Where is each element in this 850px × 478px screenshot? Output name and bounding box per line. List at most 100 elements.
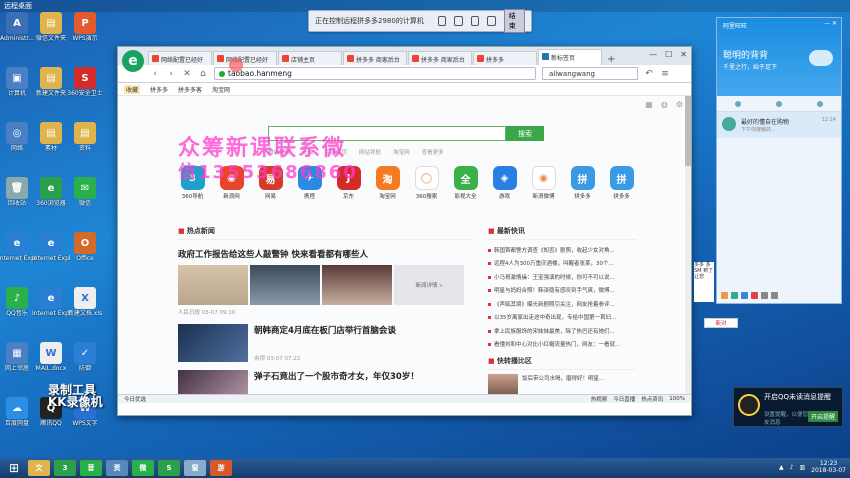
tray-icon[interactable]: ▲ <box>779 464 784 471</box>
taskbar-app[interactable]: 文 <box>28 460 50 476</box>
forward-icon[interactable]: › <box>166 69 176 79</box>
desktop-icon[interactable]: X 新建文档.xls <box>68 287 102 325</box>
hot-word-link[interactable]: 网站导航 <box>359 148 381 156</box>
new-chat-button[interactable]: 新对 <box>704 318 738 328</box>
taskbar-app[interactable]: 音 <box>80 460 102 476</box>
bookmark-item[interactable]: 拼多多 <box>150 85 168 94</box>
app-shortcut[interactable]: ◉ 新浪微博 <box>529 166 558 200</box>
taskbar-app[interactable]: 资 <box>106 460 128 476</box>
taskbar-app[interactable]: 窗 <box>184 460 206 476</box>
maximize-icon[interactable]: ☐ <box>665 50 672 59</box>
desktop-icon[interactable]: S 360安全卫士 <box>67 67 103 105</box>
chat-panel-controls[interactable]: — ✕ <box>824 20 837 27</box>
bookmark-item[interactable]: 淘宝网 <box>212 85 230 94</box>
desktop-icon[interactable]: A Administr... <box>0 12 34 50</box>
hot-word-link[interactable]: 淘宝网 <box>393 148 410 156</box>
news-item[interactable]: 弹子石竟出了一个股市奇才女，年仅30岁！年轻人大幅度收益，有人发问：弹子石里面出… <box>178 370 474 394</box>
hot-word-link[interactable]: 腾讯视频 <box>268 148 290 156</box>
browser-tab[interactable]: 拼多多 商家后台 <box>408 51 472 65</box>
app-shortcut[interactable]: ✈ 携程 <box>295 166 324 200</box>
latest-news-item[interactable]: 《声临其境》曝光新剧照引关注，网友抢着参评... <box>488 300 636 308</box>
app-icon[interactable] <box>751 292 758 299</box>
quick-item[interactable]: 饭后带公司水喝，磨得好！明星... <box>488 374 636 394</box>
desktop-icon[interactable]: ▣ 计算机 <box>0 67 34 105</box>
desktop-icon[interactable]: e 360浏览器 <box>34 177 68 215</box>
engine-search-input[interactable]: aliwangwang <box>542 67 638 80</box>
app-icon[interactable] <box>731 292 738 299</box>
latest-news-item[interactable]: 远程4人为300万重庆酒楼，叫醒者张某，30个... <box>488 259 636 267</box>
hot-word-link[interactable]: 百度首页 <box>325 148 347 156</box>
bookmark-item[interactable]: 拼多多客 <box>178 85 202 94</box>
status-left[interactable]: 今日优选 <box>124 395 146 403</box>
app-shortcut[interactable]: 3 360导航 <box>178 166 207 200</box>
news-image[interactable] <box>178 265 248 305</box>
tab-contacts[interactable] <box>775 100 782 107</box>
end-control-button[interactable]: 结束 <box>503 9 526 33</box>
desktop-icon[interactable]: ▤ 新建文件夹 <box>34 67 68 105</box>
news-image[interactable] <box>250 265 320 305</box>
latest-news-item[interactable]: 看懂刘和中心对比小红帽流量热门，网友：一看就... <box>488 340 636 348</box>
network-icon[interactable]: ▥ <box>799 464 805 471</box>
hot-word-link[interactable]: 天猫 <box>302 148 313 156</box>
desktop-icon[interactable]: W MAIL.docx <box>34 342 68 380</box>
back-icon[interactable]: ‹ <box>150 69 160 79</box>
desktop-icon[interactable]: ▤ 素材 <box>34 122 68 160</box>
news-item[interactable]: 朝韩商定4月底在板门店举行首脑会谈 央视 03-07 07:22 <box>178 324 474 362</box>
status-item[interactable]: 热视频 <box>591 395 608 403</box>
browser-tab[interactable]: 网络配置已经好 <box>148 51 212 65</box>
minimize-icon[interactable]: — <box>649 50 657 59</box>
sound-icon[interactable] <box>454 16 463 26</box>
close-icon[interactable]: ✕ <box>680 50 687 59</box>
news-image[interactable] <box>322 265 392 305</box>
desktop-icon[interactable]: eInternet Explorer <box>0 232 36 270</box>
latest-news-item[interactable]: 明星与妈妈合照！韩泽隐有感叹到手气爽，微博... <box>488 286 636 294</box>
status-item[interactable]: 100% <box>669 396 685 402</box>
desktop-icon[interactable]: O Office <box>68 232 102 270</box>
desktop-icon[interactable]: ▦ 网上邻居 <box>0 342 34 380</box>
weather-cloud-icon[interactable] <box>809 50 833 66</box>
latest-news-item[interactable]: 小马哥激情操：王宝强演的时候，你可不可以说... <box>488 273 636 281</box>
latest-news-item[interactable]: 拿上民族服饰的宋妹妹最美，除了热巴还有她们... <box>488 327 636 335</box>
taskbar-app[interactable]: S <box>158 460 180 476</box>
browser-tab[interactable]: 拼多多 <box>473 51 537 65</box>
desktop-icon[interactable]: ✓ 防御 <box>68 342 102 380</box>
desktop-icon[interactable]: P WPS演示 <box>68 12 102 50</box>
news-more-button[interactable]: 新闻详情 » <box>394 265 464 305</box>
desktop-icon[interactable]: ▤ 微信文件夹 <box>34 12 68 50</box>
grid-icon[interactable]: ▦ <box>645 100 653 109</box>
app-shortcut[interactable]: 拼拼多多 <box>607 166 636 200</box>
desktop-icon[interactable]: 🗑 回收站 <box>0 177 34 215</box>
hot-word-link[interactable]: 查看更多 <box>422 148 444 156</box>
browser-tab[interactable]: 拼多多 商家后台 <box>343 51 407 65</box>
app-icon[interactable] <box>761 292 768 299</box>
news-headline[interactable]: 政府工作报告给这些人敲警钟 快来看看都有哪些人 <box>178 248 474 260</box>
bookmark-item[interactable]: 收藏 <box>124 84 141 94</box>
user-name[interactable]: 聪明的背背 <box>723 48 768 61</box>
window-icon[interactable] <box>470 16 480 26</box>
app-shortcut[interactable]: 易网易 <box>256 166 285 200</box>
app-shortcut[interactable]: 全影视大全 <box>451 166 480 200</box>
skin-icon[interactable]: ◍ <box>661 100 668 109</box>
volume-icon[interactable]: ♪ <box>790 464 794 471</box>
taskbar-app[interactable]: 微 <box>132 460 154 476</box>
enable-reminder-button[interactable]: 开启提醒 <box>807 411 838 422</box>
taskbar-app[interactable]: 游 <box>210 460 232 476</box>
start-button[interactable]: ⊞ <box>4 460 24 476</box>
latest-news-item[interactable]: 韩国首都警方调查《知否》剧照，收起少女对角... <box>488 246 636 254</box>
scrollbar-thumb[interactable] <box>685 96 691 166</box>
side-chat-preview[interactable]: 多多 多 SM 到了 让您 <box>694 262 714 302</box>
user-signature[interactable]: 千里之行，始于足下 <box>723 62 777 71</box>
app-shortcut[interactable]: 淘淘宝网 <box>373 166 402 200</box>
page-scrollbar[interactable] <box>685 96 691 394</box>
app-icon[interactable] <box>721 292 728 299</box>
fullscreen-icon[interactable] <box>437 16 447 26</box>
url-input[interactable]: taobao.hanmeng <box>214 67 536 80</box>
status-item[interactable]: 热点资讯 <box>641 395 663 403</box>
desktop-icon[interactable]: ♪ QQ音乐 <box>0 287 34 325</box>
browser-tab[interactable]: 店铺主页 <box>278 51 342 65</box>
chat-list-item[interactable]: 最好的懂自在购物 下午你接触的... 12:24 <box>717 112 841 138</box>
app-icon[interactable] <box>741 292 748 299</box>
home-icon[interactable]: ⌂ <box>198 69 208 79</box>
tab-messages[interactable] <box>734 100 741 107</box>
app-shortcut[interactable]: J 京东 <box>334 166 363 200</box>
